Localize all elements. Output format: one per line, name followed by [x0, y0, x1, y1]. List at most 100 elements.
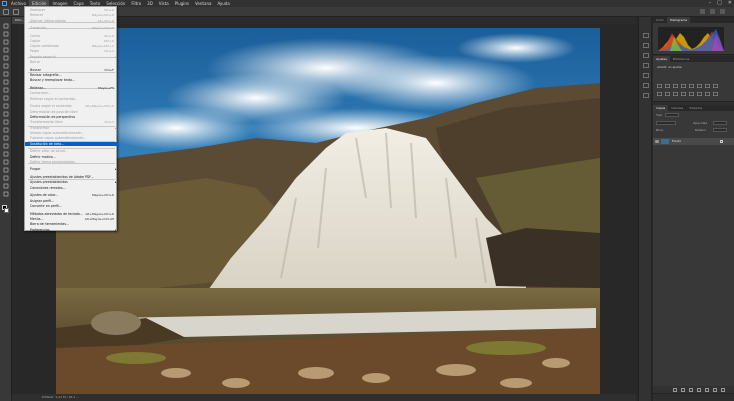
background-color-swatch[interactable]: [4, 208, 9, 213]
healing-brush-tool-icon[interactable]: [3, 79, 9, 85]
color-balance-icon[interactable]: [705, 73, 710, 88]
black-white-icon[interactable]: [713, 73, 718, 88]
edit-menu-item[interactable]: Ajustes preestablecidos de Adobe PDF...: [25, 175, 118, 179]
edit-menu-item[interactable]: Deformación de perspectiva: [25, 115, 118, 119]
edit-menu-item[interactable]: Purgar ▸: [25, 167, 118, 171]
gradient-tool-icon[interactable]: [3, 119, 9, 125]
vibrance-icon[interactable]: [689, 73, 694, 88]
invert-icon[interactable]: [681, 81, 686, 96]
brush-tool-icon[interactable]: [3, 87, 9, 93]
photo-filter-icon[interactable]: [657, 81, 662, 96]
home-icon[interactable]: [3, 9, 9, 15]
status-bar: Editado: 1,21 M / 16,1 ...: [12, 394, 636, 401]
edit-menu-item[interactable]: Asignar perfil...: [25, 199, 118, 203]
color-lookup-icon[interactable]: [673, 81, 678, 96]
channel-mixer-icon[interactable]: [665, 81, 670, 96]
threshold-icon[interactable]: [697, 81, 702, 96]
opacity-input[interactable]: [713, 121, 727, 125]
menu-6[interactable]: Filtro: [128, 0, 144, 7]
gradient-map-icon[interactable]: [705, 81, 710, 96]
frame-tool-icon[interactable]: [3, 63, 9, 69]
history-brush-tool-icon[interactable]: [3, 103, 9, 109]
blur-tool-icon[interactable]: [3, 127, 9, 133]
brush-settings-icon[interactable]: [643, 43, 649, 58]
search-icon[interactable]: [700, 9, 705, 14]
edit-menu-item[interactable]: Métodos abreviados de teclado... Alt+Mayú…: [25, 212, 118, 216]
menu-item-shortcut: Ctrl+F: [104, 67, 114, 72]
hand-tool-icon[interactable]: [3, 175, 9, 181]
kind-filter-select[interactable]: [665, 113, 679, 117]
edit-menu-item[interactable]: Buscar Ctrl+F: [25, 68, 118, 72]
edit-menu-item[interactable]: Rellenar... Mayús+F5: [25, 86, 118, 90]
pen-tool-icon[interactable]: [3, 143, 9, 149]
marquee-tool-icon[interactable]: [3, 31, 9, 37]
menu-item-label: Contornear...: [30, 91, 51, 96]
paragraph-icon[interactable]: [643, 63, 649, 78]
delete-layer-icon[interactable]: [721, 387, 725, 392]
edit-menu-item: Rehacer Mayús+Ctrl+Z: [25, 13, 118, 17]
more-tools-icon[interactable]: [3, 191, 9, 197]
edit-menu-item[interactable]: Ajustes preestablecidos ▸: [25, 180, 118, 184]
minimize-icon[interactable]: –: [709, 0, 712, 7]
link-layers-icon[interactable]: [673, 387, 677, 392]
edit-menu-item[interactable]: Conexiones remotas...: [25, 186, 118, 190]
blend-mode-select[interactable]: [656, 121, 676, 125]
quick-select-tool-icon[interactable]: [3, 47, 9, 53]
edit-menu-item[interactable]: Menús... Alt+Mayús+Ctrl+M: [25, 217, 118, 221]
edit-menu-item[interactable]: Definir motivo...: [25, 155, 118, 159]
edit-menu-item[interactable]: Buscar y reemplazar texto...: [25, 78, 118, 82]
group-icon[interactable]: [705, 387, 709, 392]
edit-menu-item[interactable]: Convertir en perfil...: [25, 204, 118, 208]
edit-menu-item[interactable]: Ajustes de color... Mayús+Ctrl+K: [25, 193, 118, 197]
tool-preset-icon[interactable]: [13, 9, 19, 15]
layer-name[interactable]: Fondo: [672, 138, 681, 145]
menu-11[interactable]: Ayuda: [214, 0, 232, 7]
levels-icon[interactable]: [665, 73, 670, 88]
exposure-icon[interactable]: [681, 73, 686, 88]
menu-8[interactable]: Vista: [156, 0, 172, 7]
edit-menu-item[interactable]: Preferencias ▸: [25, 228, 118, 232]
selective-color-icon[interactable]: [713, 81, 718, 96]
character-icon[interactable]: [643, 53, 649, 68]
workspace-icon[interactable]: [710, 9, 715, 14]
crop-tool-icon[interactable]: [3, 55, 9, 61]
edit-menu-item[interactable]: Sustitución de cielo...: [25, 141, 118, 146]
visibility-eye-icon[interactable]: [655, 140, 659, 143]
dodge-tool-icon[interactable]: [3, 135, 9, 141]
libraries-icon[interactable]: [643, 73, 649, 88]
clone-stamp-tool-icon[interactable]: [3, 95, 9, 101]
move-tool-icon[interactable]: [3, 23, 9, 29]
rectangle-tool-icon[interactable]: [3, 167, 9, 173]
layer-mask-icon[interactable]: [689, 387, 693, 392]
share-icon[interactable]: [720, 9, 725, 14]
properties-icon[interactable]: [643, 33, 649, 48]
eraser-tool-icon[interactable]: [3, 111, 9, 117]
edit-menu-item[interactable]: Revisar ortografía...: [25, 73, 118, 77]
menu-item-label: Barra de herramientas...: [30, 222, 70, 227]
close-icon[interactable]: ✕: [728, 0, 732, 7]
layer-style-icon[interactable]: [681, 387, 685, 392]
adjustment-layer-icon[interactable]: [697, 387, 701, 392]
menu-9[interactable]: Plugins: [172, 0, 192, 7]
swatches-icon[interactable]: [643, 83, 649, 98]
menu-7[interactable]: 3D: [144, 0, 156, 7]
type-tool-icon[interactable]: [3, 151, 9, 157]
zoom-tool-icon[interactable]: [3, 183, 9, 189]
document-image[interactable]: [56, 28, 600, 398]
fill-input[interactable]: [713, 128, 727, 132]
menu-10[interactable]: Ventana: [192, 0, 214, 7]
history-icon[interactable]: [643, 23, 649, 38]
menu-item-label: Definir motivo...: [30, 154, 56, 159]
maximize-icon[interactable]: □: [717, 0, 722, 7]
edit-menu-item[interactable]: Barra de herramientas...: [25, 222, 118, 226]
brightness-contrast-icon[interactable]: [657, 73, 662, 88]
layer-row-background[interactable]: Fondo: [653, 138, 734, 145]
posterize-icon[interactable]: [689, 81, 694, 96]
lasso-tool-icon[interactable]: [3, 39, 9, 45]
photoshop-logo-icon[interactable]: [0, 0, 8, 7]
curves-icon[interactable]: [673, 73, 678, 88]
eyedropper-tool-icon[interactable]: [3, 71, 9, 77]
path-select-tool-icon[interactable]: [3, 159, 9, 165]
hue-saturation-icon[interactable]: [697, 73, 702, 88]
new-layer-icon[interactable]: [713, 387, 717, 392]
